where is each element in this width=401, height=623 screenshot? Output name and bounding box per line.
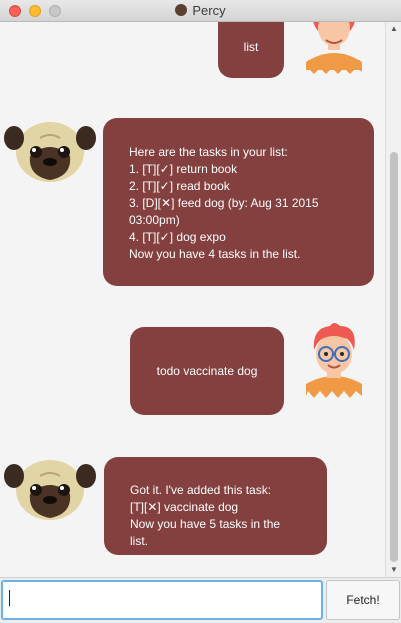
dialog-scroll-area[interactable]: list Here are the tasks in your list: 1.… bbox=[0, 22, 401, 577]
user-message-bubble: list bbox=[218, 22, 284, 78]
bot-message-text: Got it. I've added this task: [T][✕] vac… bbox=[130, 483, 281, 548]
app-icon bbox=[175, 4, 188, 16]
pug-avatar-icon bbox=[4, 122, 96, 182]
user-avatar-icon bbox=[306, 323, 362, 398]
bot-message-text: Here are the tasks in your list: 1. [T][… bbox=[129, 145, 319, 261]
pug-avatar-icon bbox=[4, 460, 96, 520]
user-message-text: todo vaccinate dog bbox=[156, 363, 258, 378]
bot-message-bubble: Got it. I've added this task: [T][✕] vac… bbox=[104, 457, 327, 555]
user-avatar-icon bbox=[306, 22, 362, 74]
app-window: Percy list Here are the tasks in your li… bbox=[0, 0, 401, 623]
user-message-text: list bbox=[243, 40, 259, 54]
window-title-wrap: Percy bbox=[0, 3, 401, 18]
title-bar: Percy bbox=[0, 0, 401, 22]
input-bar: Fetch! bbox=[0, 577, 401, 623]
user-message-bubble: todo vaccinate dog bbox=[130, 327, 284, 415]
fetch-button[interactable]: Fetch! bbox=[326, 580, 400, 620]
scrollbar-thumb[interactable] bbox=[390, 152, 398, 562]
bot-message-bubble: Here are the tasks in your list: 1. [T][… bbox=[103, 118, 374, 286]
vertical-scrollbar[interactable]: ▲ ▼ bbox=[385, 22, 401, 577]
scroll-down-icon[interactable]: ▼ bbox=[386, 563, 401, 577]
window-title: Percy bbox=[192, 3, 226, 18]
scroll-up-icon[interactable]: ▲ bbox=[386, 22, 401, 36]
text-caret bbox=[9, 590, 10, 606]
message-input[interactable] bbox=[1, 580, 323, 620]
